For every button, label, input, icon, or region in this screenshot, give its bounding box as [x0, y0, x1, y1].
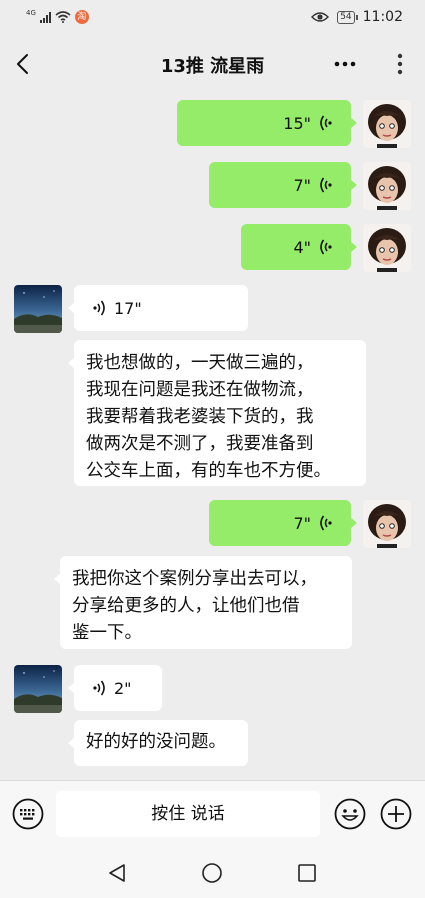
message-text-line: 我要帮着我老婆装下货的，我	[86, 407, 314, 427]
clock: 11:02	[362, 9, 403, 25]
chat-title: 13推 流星雨	[160, 56, 265, 77]
message-list[interactable]: 15" 7" 4" 17" 我也想做的，一天做三遍的， 我现在问题是我还在做物流…	[0, 92, 425, 780]
voice-duration: 7"	[293, 175, 311, 195]
menu-icon[interactable]	[390, 50, 410, 78]
voice-duration: 4"	[293, 237, 311, 257]
voice-duration: 7"	[293, 513, 311, 533]
voice-message-bubble[interactable]: 7"	[209, 162, 357, 208]
message-text-line: 鉴一下。	[72, 623, 142, 643]
message-text-line: 我把你这个案例分享出去可以，	[72, 569, 317, 589]
chat-header: 13推 流星雨	[0, 36, 425, 92]
voice-message-bubble[interactable]: 2"	[68, 665, 162, 711]
my-avatar[interactable]	[363, 162, 411, 210]
voice-wave-icon	[93, 680, 105, 696]
voice-wave-icon	[320, 177, 332, 193]
system-nav-bar	[0, 846, 425, 898]
message-text-line: 我也想做的，一天做三遍的，	[86, 353, 314, 373]
message-text-line: 公交车上面，有的车也不方便。	[86, 461, 331, 481]
taobao-notification-icon: 淘	[74, 10, 89, 24]
message-text-line: 做两次是不测了，我要准备到	[86, 434, 314, 454]
voice-duration: 17"	[114, 298, 142, 318]
plus-icon[interactable]	[380, 798, 412, 830]
more-icon[interactable]	[330, 52, 360, 76]
voice-duration: 15"	[283, 113, 311, 133]
nav-back-icon[interactable]	[106, 862, 128, 884]
voice-duration: 2"	[114, 678, 132, 698]
hold-to-talk-button[interactable]: 按住 说话	[56, 791, 320, 837]
text-message-bubble[interactable]: 我把你这个案例分享出去可以， 分享给更多的人，让他们也借 鉴一下。	[54, 556, 352, 649]
my-avatar[interactable]	[363, 100, 411, 148]
text-message-bubble[interactable]: 好的好的没问题。	[68, 720, 248, 766]
message-text-line: 我现在问题是我还在做物流，	[86, 380, 314, 400]
eye-comfort-icon	[311, 12, 330, 22]
status-bar: 4G 淘 54 11:02	[0, 0, 425, 36]
signal-icon	[39, 11, 51, 23]
nav-home-icon[interactable]	[201, 862, 223, 884]
keyboard-icon[interactable]	[12, 798, 44, 830]
emoji-icon[interactable]	[334, 798, 366, 830]
battery-indicator: 54	[337, 10, 359, 24]
network-type: 4G	[26, 9, 36, 17]
voice-message-bubble[interactable]: 7"	[209, 500, 357, 546]
input-bar: 按住 说话	[0, 780, 425, 846]
nav-recents-icon[interactable]	[296, 862, 318, 884]
my-avatar[interactable]	[363, 224, 411, 272]
voice-message-bubble[interactable]: 4"	[241, 224, 357, 270]
wifi-icon	[55, 11, 71, 23]
message-text-line: 好的好的没问题。	[86, 732, 226, 752]
contact-avatar[interactable]	[14, 285, 62, 333]
voice-wave-icon	[320, 115, 332, 131]
voice-wave-icon	[320, 515, 332, 531]
message-text-line: 分享给更多的人，让他们也借	[72, 596, 300, 616]
text-message-bubble[interactable]: 我也想做的，一天做三遍的， 我现在问题是我还在做物流， 我要帮着我老婆装下货的，…	[68, 340, 366, 486]
contact-avatar[interactable]	[14, 665, 62, 713]
voice-message-bubble[interactable]: 17"	[68, 285, 248, 331]
voice-message-bubble[interactable]: 15"	[177, 100, 357, 146]
voice-wave-icon	[320, 239, 332, 255]
voice-wave-icon	[93, 300, 105, 316]
my-avatar[interactable]	[363, 500, 411, 548]
